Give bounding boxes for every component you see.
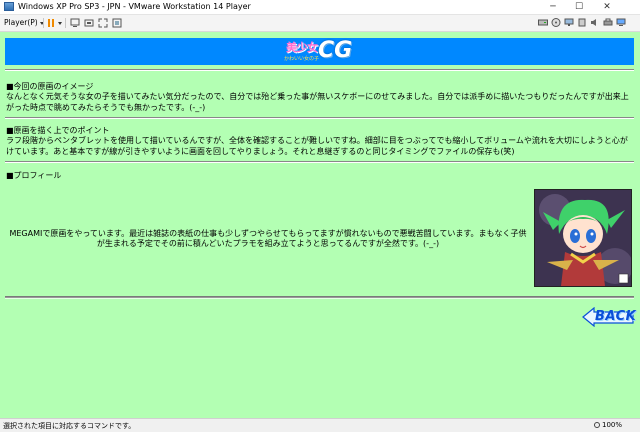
minimize-button[interactable]: ─ [540,0,566,14]
anime-girl-portrait [534,189,632,287]
sound-icon[interactable] [590,18,600,27]
maximize-button[interactable]: ☐ [566,0,592,14]
pause-menu-chevron-icon[interactable] [58,22,62,25]
divider [5,161,634,163]
back-button[interactable]: BACK [582,307,637,327]
toolbar-divider [65,18,66,28]
display-icon[interactable] [616,18,626,27]
logo-kanji: 美少女 [286,41,318,54]
send-ctrl-alt-del-icon[interactable] [70,18,80,28]
vmware-toolbar: Player(P) [0,15,640,32]
section-title-profile: ■プロフィール [6,171,62,180]
status-bar: 選択された項目に対応するコマンドです。 100% [0,418,640,432]
fullscreen-icon[interactable] [98,18,108,28]
header-banner: 美少女 かわいい女の子 CG [5,38,634,65]
hdd-icon[interactable] [538,18,548,27]
divider [5,69,634,71]
guest-display[interactable]: 美少女 かわいい女の子 CG ■今回の原画のイメージ なんとなく元気そうな女の子… [0,32,640,418]
removable-devices-icon[interactable] [84,18,94,28]
player-menu-label: Player(P) [4,18,38,27]
player-menu[interactable]: Player(P) [4,18,44,27]
back-label: BACK [595,309,637,324]
status-text: 選択された項目に対応するコマンドです。 [3,422,136,430]
section-body-points: ラフ段階からペンタブレットを使用して描いているんですが、全体を確認することが難し… [6,136,628,156]
cdrom-icon[interactable] [551,18,561,27]
vmware-app-icon [4,2,14,11]
unity-icon[interactable] [112,18,122,28]
zoom-icon [594,422,600,428]
logo-subtitle: かわいい女の子 [284,56,320,62]
network-icon[interactable] [564,18,574,27]
window-title: Windows XP Pro SP3 - JPN - VMware Workst… [18,2,251,11]
close-button[interactable]: ✕ [594,0,620,14]
divider [5,117,634,119]
usb-icon[interactable] [577,18,587,27]
section-body-image: なんとなく元気そうな女の子を描いてみたい気分だったので、自分では殆ど乗った事が無… [6,92,629,112]
toolbar-divider [43,18,44,28]
bishoujo-cg-logo: 美少女 かわいい女の子 CG [280,38,362,65]
logo-cg: CG [318,38,353,63]
section-body-profile: MEGAMIで原画をやっています。最近は雑誌の表紙の仕事も少しずつやらせてもらっ… [9,229,527,248]
window-title-bar[interactable]: Windows XP Pro SP3 - JPN - VMware Workst… [0,0,640,15]
printer-icon[interactable] [603,18,613,27]
zoom-level[interactable]: 100% [602,421,622,429]
divider-thick [5,296,634,299]
pause-icon[interactable] [48,19,55,27]
